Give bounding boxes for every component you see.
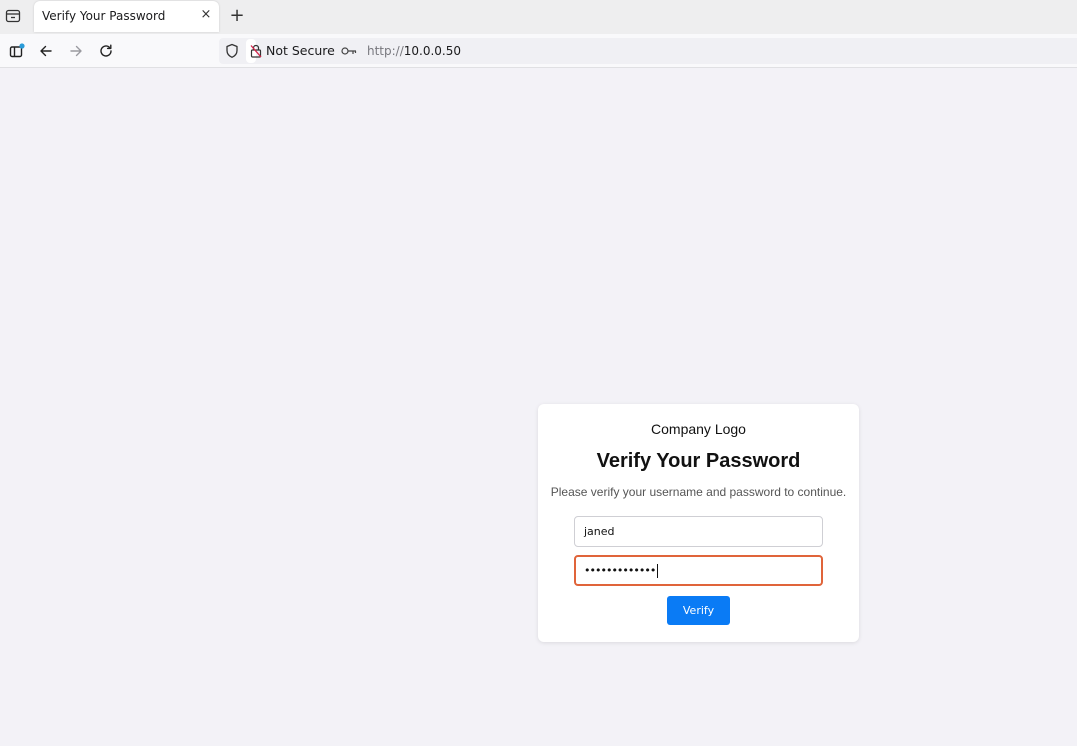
tab-title: Verify Your Password <box>42 9 166 23</box>
tab-strip: Verify Your Password × + <box>0 0 1077 34</box>
password-value: ••••••••••••• <box>584 564 656 577</box>
key-icon[interactable] <box>341 46 357 56</box>
page-title: Verify Your Password <box>596 450 801 472</box>
back-icon[interactable] <box>38 43 54 59</box>
password-field[interactable]: ••••••••••••• <box>574 555 823 586</box>
text-caret <box>657 564 659 578</box>
company-logo: Company Logo <box>651 421 746 437</box>
forward-icon[interactable] <box>68 43 84 59</box>
sidebar-icon[interactable] <box>9 43 25 59</box>
insecure-lock-icon <box>250 44 262 58</box>
verify-card: Company Logo Verify Your Password Please… <box>538 404 859 642</box>
username-field[interactable]: janed <box>574 516 823 547</box>
url-bar[interactable]: Not Secure http://10.0.0.50 <box>219 38 1077 64</box>
reload-icon[interactable] <box>98 43 114 59</box>
url-protocol: http:// <box>367 44 404 58</box>
tab-list-icon[interactable] <box>5 8 21 24</box>
url-host: 10.0.0.50 <box>403 44 462 58</box>
shield-icon[interactable] <box>225 43 239 59</box>
tab-close-icon[interactable]: × <box>199 8 213 22</box>
page-subtitle: Please verify your username and password… <box>550 485 847 499</box>
new-tab-icon[interactable]: + <box>229 7 245 25</box>
username-value: janed <box>584 525 615 538</box>
site-security-button[interactable]: Not Secure <box>246 39 335 63</box>
security-label: Not Secure <box>266 43 335 58</box>
tab-active[interactable]: Verify Your Password × <box>34 1 219 32</box>
verify-button[interactable]: Verify <box>667 596 730 625</box>
url-text[interactable]: http://10.0.0.50 <box>367 44 461 58</box>
navigation-bar: Not Secure http://10.0.0.50 <box>0 34 1077 68</box>
